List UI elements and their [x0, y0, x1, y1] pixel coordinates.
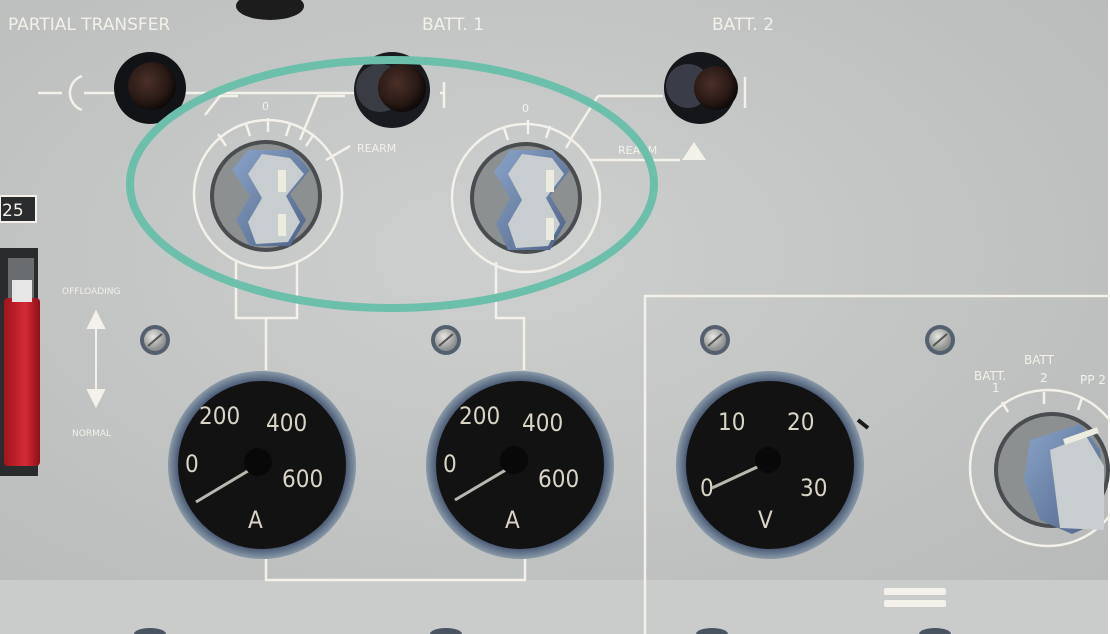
- ammeter1-unit: A: [248, 506, 263, 534]
- red-guarded-switch[interactable]: [0, 248, 40, 476]
- voltmeter-tick-0: 0: [700, 474, 714, 502]
- voltmeter-tick-20: 20: [787, 408, 814, 436]
- offloading-label: OFFLOADING: [62, 287, 121, 297]
- rearm1-zero-label: 0: [262, 100, 269, 113]
- ammeter1-tick-600: 600: [282, 465, 323, 493]
- selector-batt1-label: BATT.: [974, 369, 1006, 383]
- selector-batt1-number: 1: [992, 381, 1000, 395]
- selector-pp-label: PP 2: [1080, 373, 1106, 387]
- ammeter1-tick-200: 200: [199, 402, 240, 430]
- ammeter2-tick-400: 400: [522, 409, 563, 437]
- screw-icon: [700, 325, 730, 355]
- batt2-ammeter: 0 200 400 600 A: [426, 371, 614, 559]
- ammeter1-tick-0: 0: [185, 450, 199, 478]
- screw-icon: [140, 325, 170, 355]
- cockpit-electrical-panel: PARTIAL TRANSFER BATT. 1 BATT. 2 25 OFFL…: [0, 0, 1110, 634]
- left-edge-number: 25: [2, 201, 24, 221]
- panel-drawing: PARTIAL TRANSFER BATT. 1 BATT. 2 25 OFFL…: [0, 0, 1110, 634]
- rearm1-label: REARM: [357, 142, 396, 155]
- ammeter1-tick-400: 400: [266, 409, 307, 437]
- normal-label: NORMAL: [72, 429, 111, 439]
- batt1-ammeter: 0 200 400 600 A: [168, 371, 356, 559]
- screw-icon: [925, 325, 955, 355]
- voltmeter-unit: V: [758, 506, 773, 534]
- rearm2-zero-label: 0: [522, 102, 529, 115]
- voltmeter-tick-30: 30: [800, 474, 827, 502]
- screw-icon: [431, 325, 461, 355]
- selector-batt2-label: BATT: [1024, 353, 1055, 367]
- batt1-label: BATT. 1: [422, 15, 484, 35]
- selector-batt2-number: 2: [1040, 371, 1048, 385]
- voltmeter-tick-10: 10: [718, 408, 745, 436]
- ammeter2-tick-600: 600: [538, 465, 579, 493]
- ammeter2-unit: A: [505, 506, 520, 534]
- partial-transfer-label: PARTIAL TRANSFER: [8, 15, 170, 35]
- ammeter2-tick-0: 0: [443, 450, 457, 478]
- batt2-label: BATT. 2: [712, 15, 774, 35]
- ammeter2-tick-200: 200: [459, 402, 500, 430]
